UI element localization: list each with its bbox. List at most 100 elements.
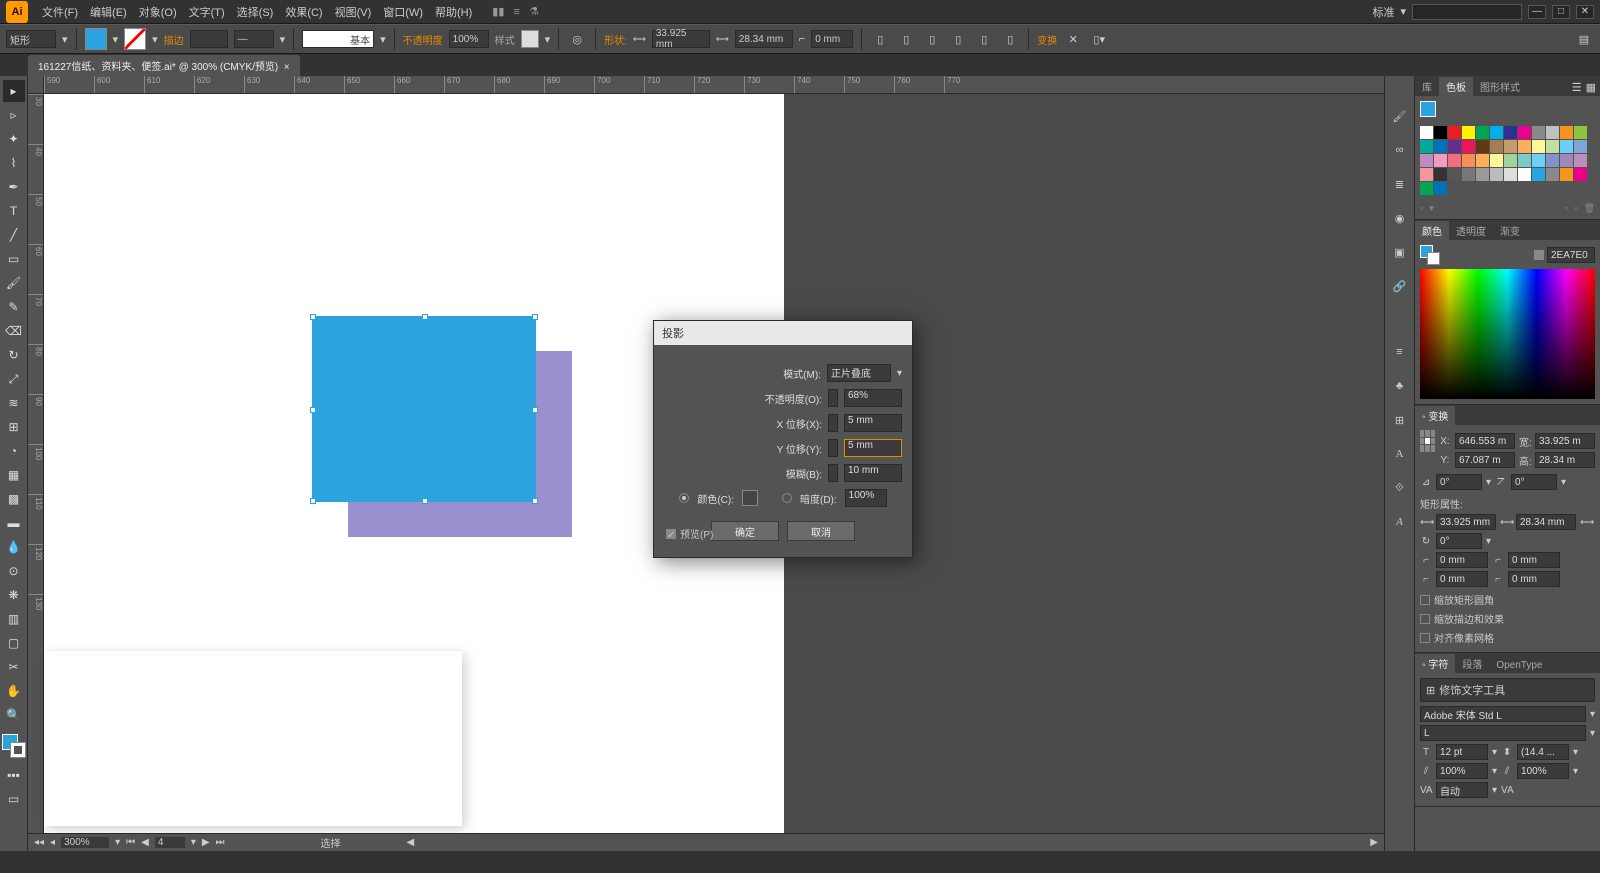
color-spectrum[interactable]: [1420, 269, 1595, 399]
tab-gradient[interactable]: 渐变: [1493, 221, 1527, 240]
transform-link[interactable]: 变换: [1037, 32, 1057, 47]
swatch[interactable]: [1420, 140, 1433, 153]
reference-point[interactable]: [1420, 430, 1435, 452]
shape-builder-tool[interactable]: ◔: [3, 440, 25, 462]
darkness-input[interactable]: 100%: [845, 489, 887, 507]
search-input[interactable]: [1412, 4, 1522, 20]
swatch[interactable]: [1532, 154, 1545, 167]
swatch[interactable]: [1434, 168, 1447, 181]
gradient-tool[interactable]: ▬: [3, 512, 25, 534]
grid-view-icon[interactable]: ▦: [1586, 81, 1596, 94]
paintbrush-tool[interactable]: 🖌: [3, 272, 25, 294]
swatch[interactable]: [1490, 126, 1503, 139]
line-tool[interactable]: ╱: [3, 224, 25, 246]
stroke-swatch[interactable]: [124, 28, 146, 50]
darkness-radio[interactable]: [782, 493, 792, 503]
pathfinder-panel-icon[interactable]: ♣: [1390, 376, 1410, 396]
new-group-icon[interactable]: ▫: [1565, 203, 1568, 214]
swatch[interactable]: [1518, 140, 1531, 153]
appearance-panel-icon[interactable]: ◉: [1390, 208, 1410, 228]
align-top-icon[interactable]: ▯: [948, 29, 968, 49]
swatch[interactable]: [1434, 182, 1447, 195]
brushes-panel-icon[interactable]: 🖌: [1390, 106, 1410, 126]
brush-profile[interactable]: 基本: [302, 30, 374, 48]
selection-tool[interactable]: ▸: [3, 80, 25, 102]
menu-effect[interactable]: 效果(C): [279, 2, 328, 22]
swatch[interactable]: [1462, 140, 1475, 153]
swatch[interactable]: [1448, 154, 1461, 167]
color-radio[interactable]: [679, 493, 689, 503]
align-left-icon[interactable]: ▯: [870, 29, 890, 49]
tab-transparency[interactable]: 透明度: [1449, 221, 1493, 240]
kerning-input[interactable]: [1436, 782, 1488, 798]
swatch[interactable]: [1476, 140, 1489, 153]
free-transform-tool[interactable]: ⊞: [3, 416, 25, 438]
color-swatch[interactable]: [742, 490, 758, 506]
corner-tl[interactable]: [1436, 552, 1488, 568]
screen-mode-icon[interactable]: ▭: [3, 788, 25, 810]
swatch-lib-icon[interactable]: ▫: [1420, 203, 1423, 214]
swatches-grid[interactable]: [1420, 126, 1595, 195]
swatch[interactable]: [1574, 140, 1587, 153]
blend-tool[interactable]: ⊙: [3, 560, 25, 582]
tab-swatches[interactable]: 色板: [1439, 77, 1473, 96]
touch-type-button[interactable]: ⊞修饰文字工具: [1420, 678, 1595, 702]
corner-bl[interactable]: [1436, 571, 1488, 587]
list-view-icon[interactable]: ☰: [1572, 81, 1582, 94]
scale-tool[interactable]: ⤢: [3, 368, 25, 390]
swatch-menu-icon[interactable]: ▾: [1429, 203, 1434, 214]
w-input[interactable]: [1535, 433, 1595, 449]
swatch[interactable]: [1434, 126, 1447, 139]
current-fill[interactable]: [1420, 101, 1436, 117]
shape-width[interactable]: 33.925 mm: [652, 30, 710, 48]
rect-angle-input[interactable]: [1436, 533, 1482, 549]
graph-tool[interactable]: ▥: [3, 608, 25, 630]
scale-corners-check[interactable]: 缩放矩形圆角: [1420, 590, 1595, 609]
artboard-last-icon[interactable]: ⏭: [216, 837, 225, 848]
selected-rectangle[interactable]: [312, 316, 536, 502]
stroke-panel-icon[interactable]: ≡: [1390, 342, 1410, 362]
scroll-left-icon[interactable]: ◀: [407, 837, 415, 848]
isolate-icon[interactable]: ✕: [1063, 29, 1083, 49]
style-label[interactable]: 样式: [495, 32, 515, 47]
h-input[interactable]: [1535, 452, 1595, 468]
swatch[interactable]: [1462, 126, 1475, 139]
swatch[interactable]: [1518, 126, 1531, 139]
rect-w-input[interactable]: [1436, 514, 1496, 530]
slice-tool[interactable]: ✂: [3, 656, 25, 678]
lasso-tool[interactable]: ⌇: [3, 152, 25, 174]
tab-character[interactable]: ◦ 字符: [1415, 654, 1455, 673]
swatch[interactable]: [1476, 126, 1489, 139]
swatch[interactable]: [1490, 140, 1503, 153]
swatch[interactable]: [1560, 154, 1573, 167]
swatch[interactable]: [1448, 140, 1461, 153]
graphic-styles-icon[interactable]: ▣: [1390, 242, 1410, 262]
align-vc-icon[interactable]: ▯: [974, 29, 994, 49]
tab-opentype[interactable]: OpenType: [1489, 658, 1549, 673]
swatch[interactable]: [1490, 168, 1503, 181]
swatch[interactable]: [1504, 126, 1517, 139]
stroke-label[interactable]: 描边: [164, 32, 184, 47]
fill-swatch[interactable]: [85, 28, 107, 50]
swatch[interactable]: [1420, 168, 1433, 181]
opacity-input[interactable]: 68%: [844, 389, 902, 407]
artboard-index[interactable]: 4: [155, 837, 185, 848]
document-tab[interactable]: 161227信纸、资料夹、便签.ai* @ 300% (CMYK/预览) ×: [28, 55, 300, 76]
swatch[interactable]: [1476, 154, 1489, 167]
swatch[interactable]: [1504, 168, 1517, 181]
swatch[interactable]: [1518, 154, 1531, 167]
corner-tr[interactable]: [1508, 552, 1560, 568]
artboard-next-icon[interactable]: ▶: [202, 837, 210, 848]
pencil-tool[interactable]: ✎: [3, 296, 25, 318]
swatch[interactable]: [1448, 168, 1461, 181]
type-tool[interactable]: T: [3, 200, 25, 222]
swatch[interactable]: [1462, 168, 1475, 181]
shear-input[interactable]: [1511, 474, 1557, 490]
menu-file[interactable]: 文件(F): [36, 2, 84, 22]
swatch[interactable]: [1504, 154, 1517, 167]
symbol-tool[interactable]: ❋: [3, 584, 25, 606]
swatch[interactable]: [1560, 140, 1573, 153]
direct-select-tool[interactable]: ▹: [3, 104, 25, 126]
magic-wand-tool[interactable]: ✦: [3, 128, 25, 150]
swatch[interactable]: [1434, 140, 1447, 153]
